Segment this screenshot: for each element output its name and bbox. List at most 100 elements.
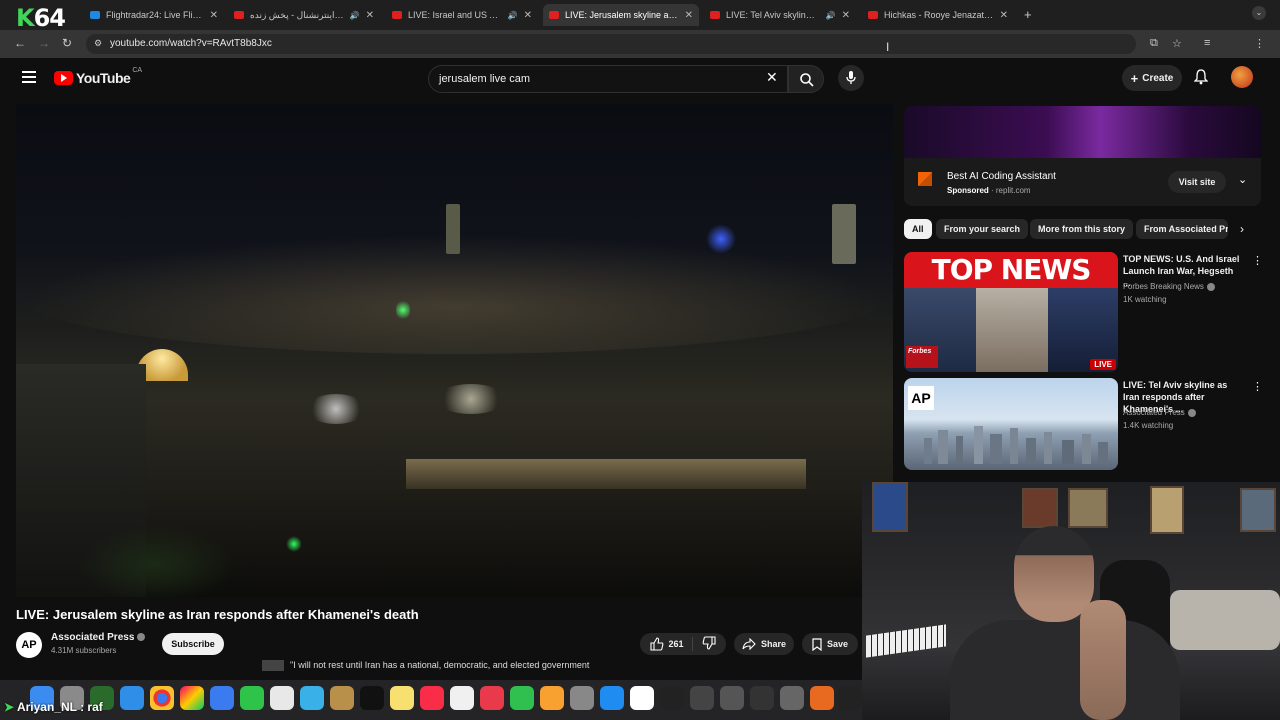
mail-icon[interactable]	[210, 686, 234, 710]
numbers-icon[interactable]	[510, 686, 534, 710]
account-avatar[interactable]	[1231, 66, 1253, 88]
pages-icon[interactable]	[540, 686, 564, 710]
dislike-button[interactable]	[698, 636, 716, 652]
chip-from-associated-press[interactable]: From Associated Pr	[1136, 219, 1228, 239]
speaker-icon[interactable]: 🔊	[826, 11, 836, 20]
ad-sponsor-line: Sponsored · replit.com	[947, 186, 1031, 195]
ap-logo: AP	[908, 386, 934, 410]
close-icon[interactable]: ✕	[685, 10, 693, 21]
flood-light	[436, 384, 506, 414]
video-thumbnail[interactable]: TOP NEWS Forbes LIVE	[904, 252, 1118, 372]
apple-tv-icon[interactable]	[360, 686, 384, 710]
subscribe-button[interactable]: Subscribe	[162, 633, 224, 655]
obs-icon[interactable]	[780, 686, 804, 710]
create-button[interactable]: + Create	[1122, 65, 1182, 91]
app-icon[interactable]	[690, 686, 714, 710]
site-info-icon[interactable]: ⚙	[94, 38, 102, 49]
chip-more-from-story[interactable]: More from this story	[1030, 219, 1134, 239]
video-player[interactable]	[16, 104, 893, 597]
calendar-31-icon[interactable]	[660, 686, 684, 710]
speaker-icon[interactable]: 🔊	[508, 11, 518, 20]
news-icon[interactable]	[480, 686, 504, 710]
recommendation-viewers: 1.4K watching	[1123, 421, 1174, 430]
app-icon[interactable]	[838, 686, 862, 710]
visit-site-button[interactable]: Visit site	[1168, 171, 1226, 193]
close-icon[interactable]: ✕	[524, 10, 532, 21]
forbes-logo: Forbes	[906, 346, 938, 368]
microphone-icon	[846, 71, 856, 84]
contacts-icon[interactable]	[270, 686, 294, 710]
more-actions-icon[interactable]: ⋮	[1252, 380, 1263, 393]
address-bar[interactable]: ⚙ youtube.com/watch?v=RAvtT8b8Jxc	[86, 34, 1136, 54]
stream-overlay-logo: K64	[16, 4, 66, 32]
notifications-bell-icon[interactable]	[1194, 69, 1208, 85]
music-icon[interactable]	[420, 686, 444, 710]
recommendation-channel[interactable]: Forbes Breaking News	[1123, 282, 1215, 291]
like-button[interactable]: 261	[650, 637, 693, 651]
photos-icon[interactable]	[180, 686, 204, 710]
calendar-icon[interactable]	[450, 686, 474, 710]
browser-tab[interactable]: LIVE: Tel Aviv skyline as I 🔊 ✕	[704, 4, 856, 26]
new-tab-icon[interactable]: +	[1024, 7, 1032, 22]
browser-tab[interactable]: Hichkas - Rooye Jenazat Min ✕	[862, 4, 1014, 26]
safari-icon[interactable]	[120, 686, 144, 710]
notion-icon[interactable]	[630, 686, 654, 710]
browser-tab[interactable]: ایران اینترنشنال - پخش زنده 🔊 ✕	[228, 4, 380, 26]
channel-name[interactable]: Associated Press	[51, 632, 146, 643]
chrome-icon[interactable]	[150, 686, 174, 710]
forward-icon[interactable]: →	[38, 36, 50, 50]
chevron-down-icon[interactable]: ⌄	[1238, 173, 1247, 186]
browser-tab[interactable]: Flightradar24: Live Flight Tra ✕	[84, 4, 224, 26]
tab-favicon-icon	[90, 11, 100, 19]
channel-avatar-text: AP	[21, 639, 37, 651]
facetime-icon[interactable]	[240, 686, 264, 710]
more-actions-icon[interactable]: ⋮	[1252, 254, 1263, 267]
search-button[interactable]	[788, 65, 824, 93]
chevron-right-icon[interactable]: ›	[1240, 222, 1244, 236]
youtube-logo[interactable]: YouTube CA	[54, 67, 142, 86]
replit-logo-icon	[918, 172, 932, 186]
fl-studio-icon[interactable]	[810, 686, 834, 710]
url-text: youtube.com/watch?v=RAvtT8b8Jxc	[110, 38, 272, 49]
unity-icon[interactable]	[750, 686, 774, 710]
tab-title: LIVE: Jerusalem skyline as Ir	[565, 10, 679, 20]
ad-banner-image[interactable]	[904, 106, 1261, 158]
save-button[interactable]: Save	[802, 633, 858, 655]
app-icon[interactable]	[330, 686, 354, 710]
bookmark-icon	[812, 637, 822, 651]
video-thumbnail[interactable]: AP	[904, 378, 1118, 470]
close-icon[interactable]: ✕	[210, 10, 218, 21]
ad-title[interactable]: Best AI Coding Assistant	[947, 171, 1056, 182]
app-icon[interactable]	[720, 686, 744, 710]
close-icon[interactable]: ✕	[1000, 10, 1008, 21]
wall-art	[1068, 488, 1108, 528]
verified-check-icon	[1206, 282, 1215, 291]
close-icon[interactable]: ✕	[366, 10, 374, 21]
app-store-icon[interactable]	[600, 686, 624, 710]
close-icon[interactable]: ✕	[842, 10, 850, 21]
back-icon[interactable]: ←	[14, 36, 26, 50]
wall-art	[1022, 488, 1058, 528]
notes-icon[interactable]	[390, 686, 414, 710]
settings-gear-icon[interactable]	[570, 686, 594, 710]
install-app-icon[interactable]: ⧉	[1150, 37, 1158, 50]
thumbnail-smoke-image	[976, 288, 1048, 372]
media-controls-icon[interactable]: ≡	[1204, 37, 1210, 49]
channel-avatar[interactable]: AP	[16, 632, 42, 658]
recommendation-channel[interactable]: Associated Press	[1123, 408, 1196, 417]
chip-from-your-search[interactable]: From your search	[936, 219, 1029, 239]
maps-icon[interactable]	[300, 686, 324, 710]
bookmark-star-icon[interactable]: ☆	[1172, 37, 1182, 50]
speaker-icon[interactable]: 🔊	[350, 11, 360, 20]
tab-list-chevron-icon[interactable]: ⌄	[1252, 6, 1266, 20]
share-button[interactable]: Share	[734, 633, 794, 655]
clear-search-icon[interactable]: ✕	[766, 69, 778, 86]
reload-icon[interactable]: ↻	[62, 36, 72, 50]
hamburger-menu-icon[interactable]	[22, 71, 36, 83]
browser-tab-active[interactable]: LIVE: Jerusalem skyline as Ir ✕	[543, 4, 699, 26]
browser-tab[interactable]: LIVE: Israel and US Attack 🔊 ✕	[386, 4, 538, 26]
chip-all[interactable]: All	[904, 219, 932, 239]
voice-search-button[interactable]	[838, 65, 864, 91]
browser-menu-icon[interactable]: ⋮	[1254, 37, 1265, 50]
search-input[interactable]: jerusalem live cam	[428, 65, 788, 93]
